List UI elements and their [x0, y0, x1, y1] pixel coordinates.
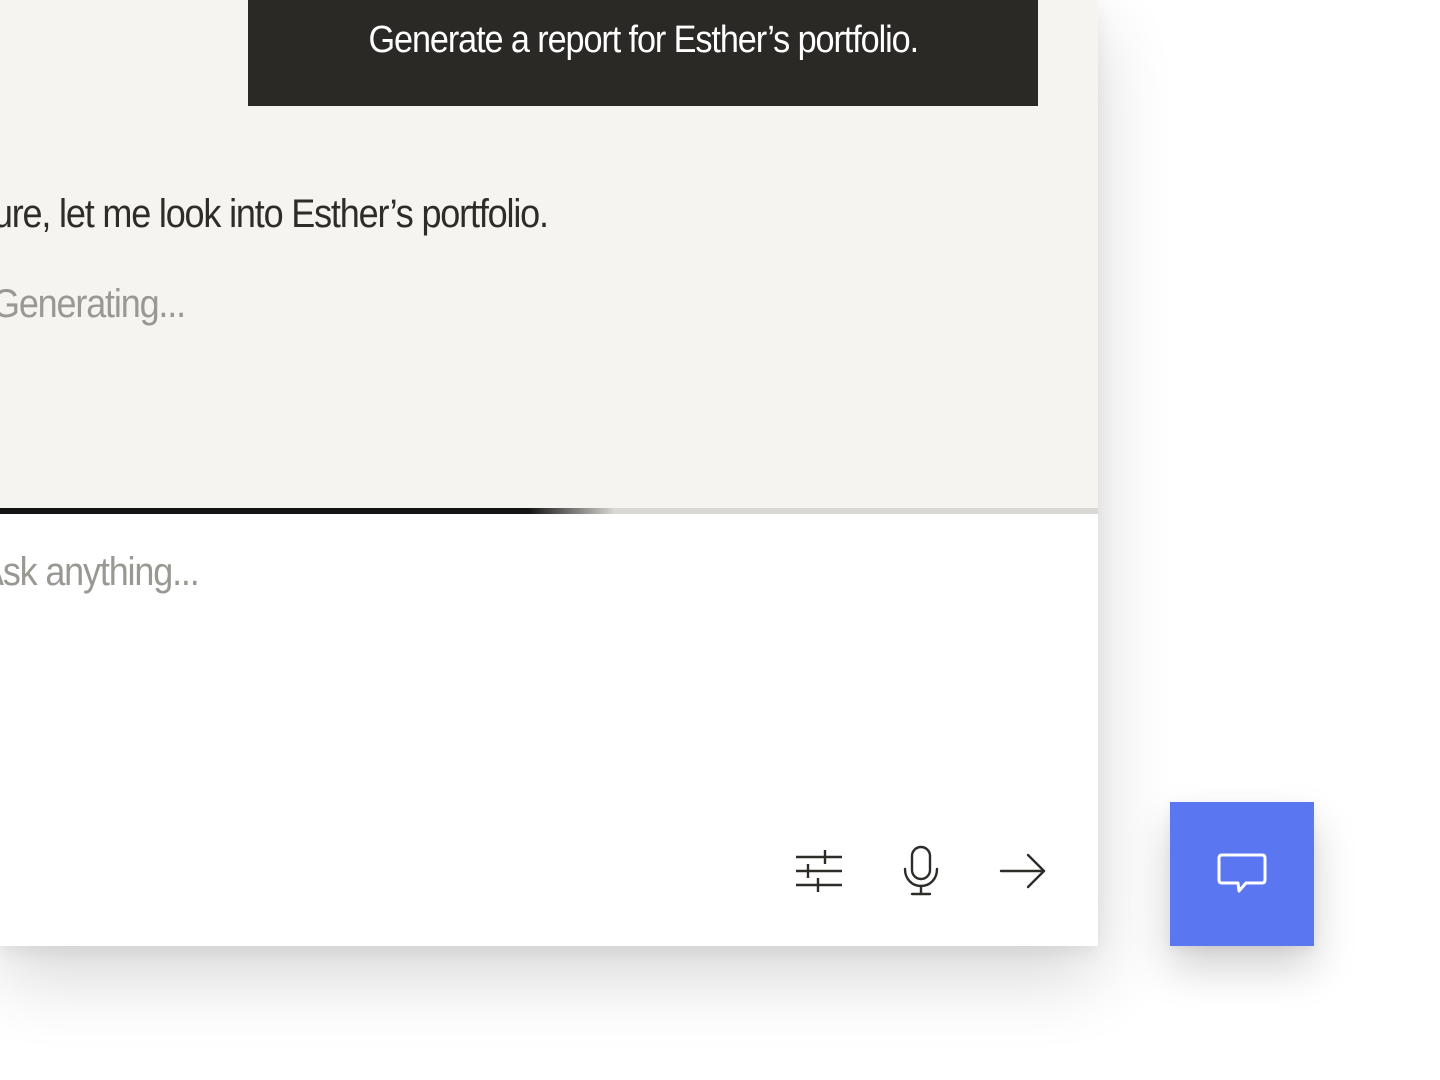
sliders-icon	[796, 850, 842, 892]
user-message-bubble: Generate a report for Esther’s portfolio…	[248, 0, 1038, 106]
microphone-icon	[903, 845, 939, 896]
send-button[interactable]	[993, 841, 1053, 901]
assistant-message-text: Sure, let me look into Esther’s portfoli…	[0, 192, 549, 236]
chat-panel: Generate a report for Esther’s portfolio…	[0, 0, 1098, 946]
chat-bubble-icon	[1217, 853, 1267, 893]
message-composer	[0, 514, 1098, 946]
settings-button[interactable]	[789, 841, 849, 901]
microphone-button[interactable]	[891, 841, 951, 901]
chat-toggle-button[interactable]	[1170, 802, 1314, 946]
message-input[interactable]	[0, 550, 880, 595]
arrow-right-icon	[999, 853, 1046, 889]
user-message-text: Generate a report for Esther’s portfolio…	[368, 18, 919, 61]
generating-status-text: Generating...	[0, 282, 186, 326]
